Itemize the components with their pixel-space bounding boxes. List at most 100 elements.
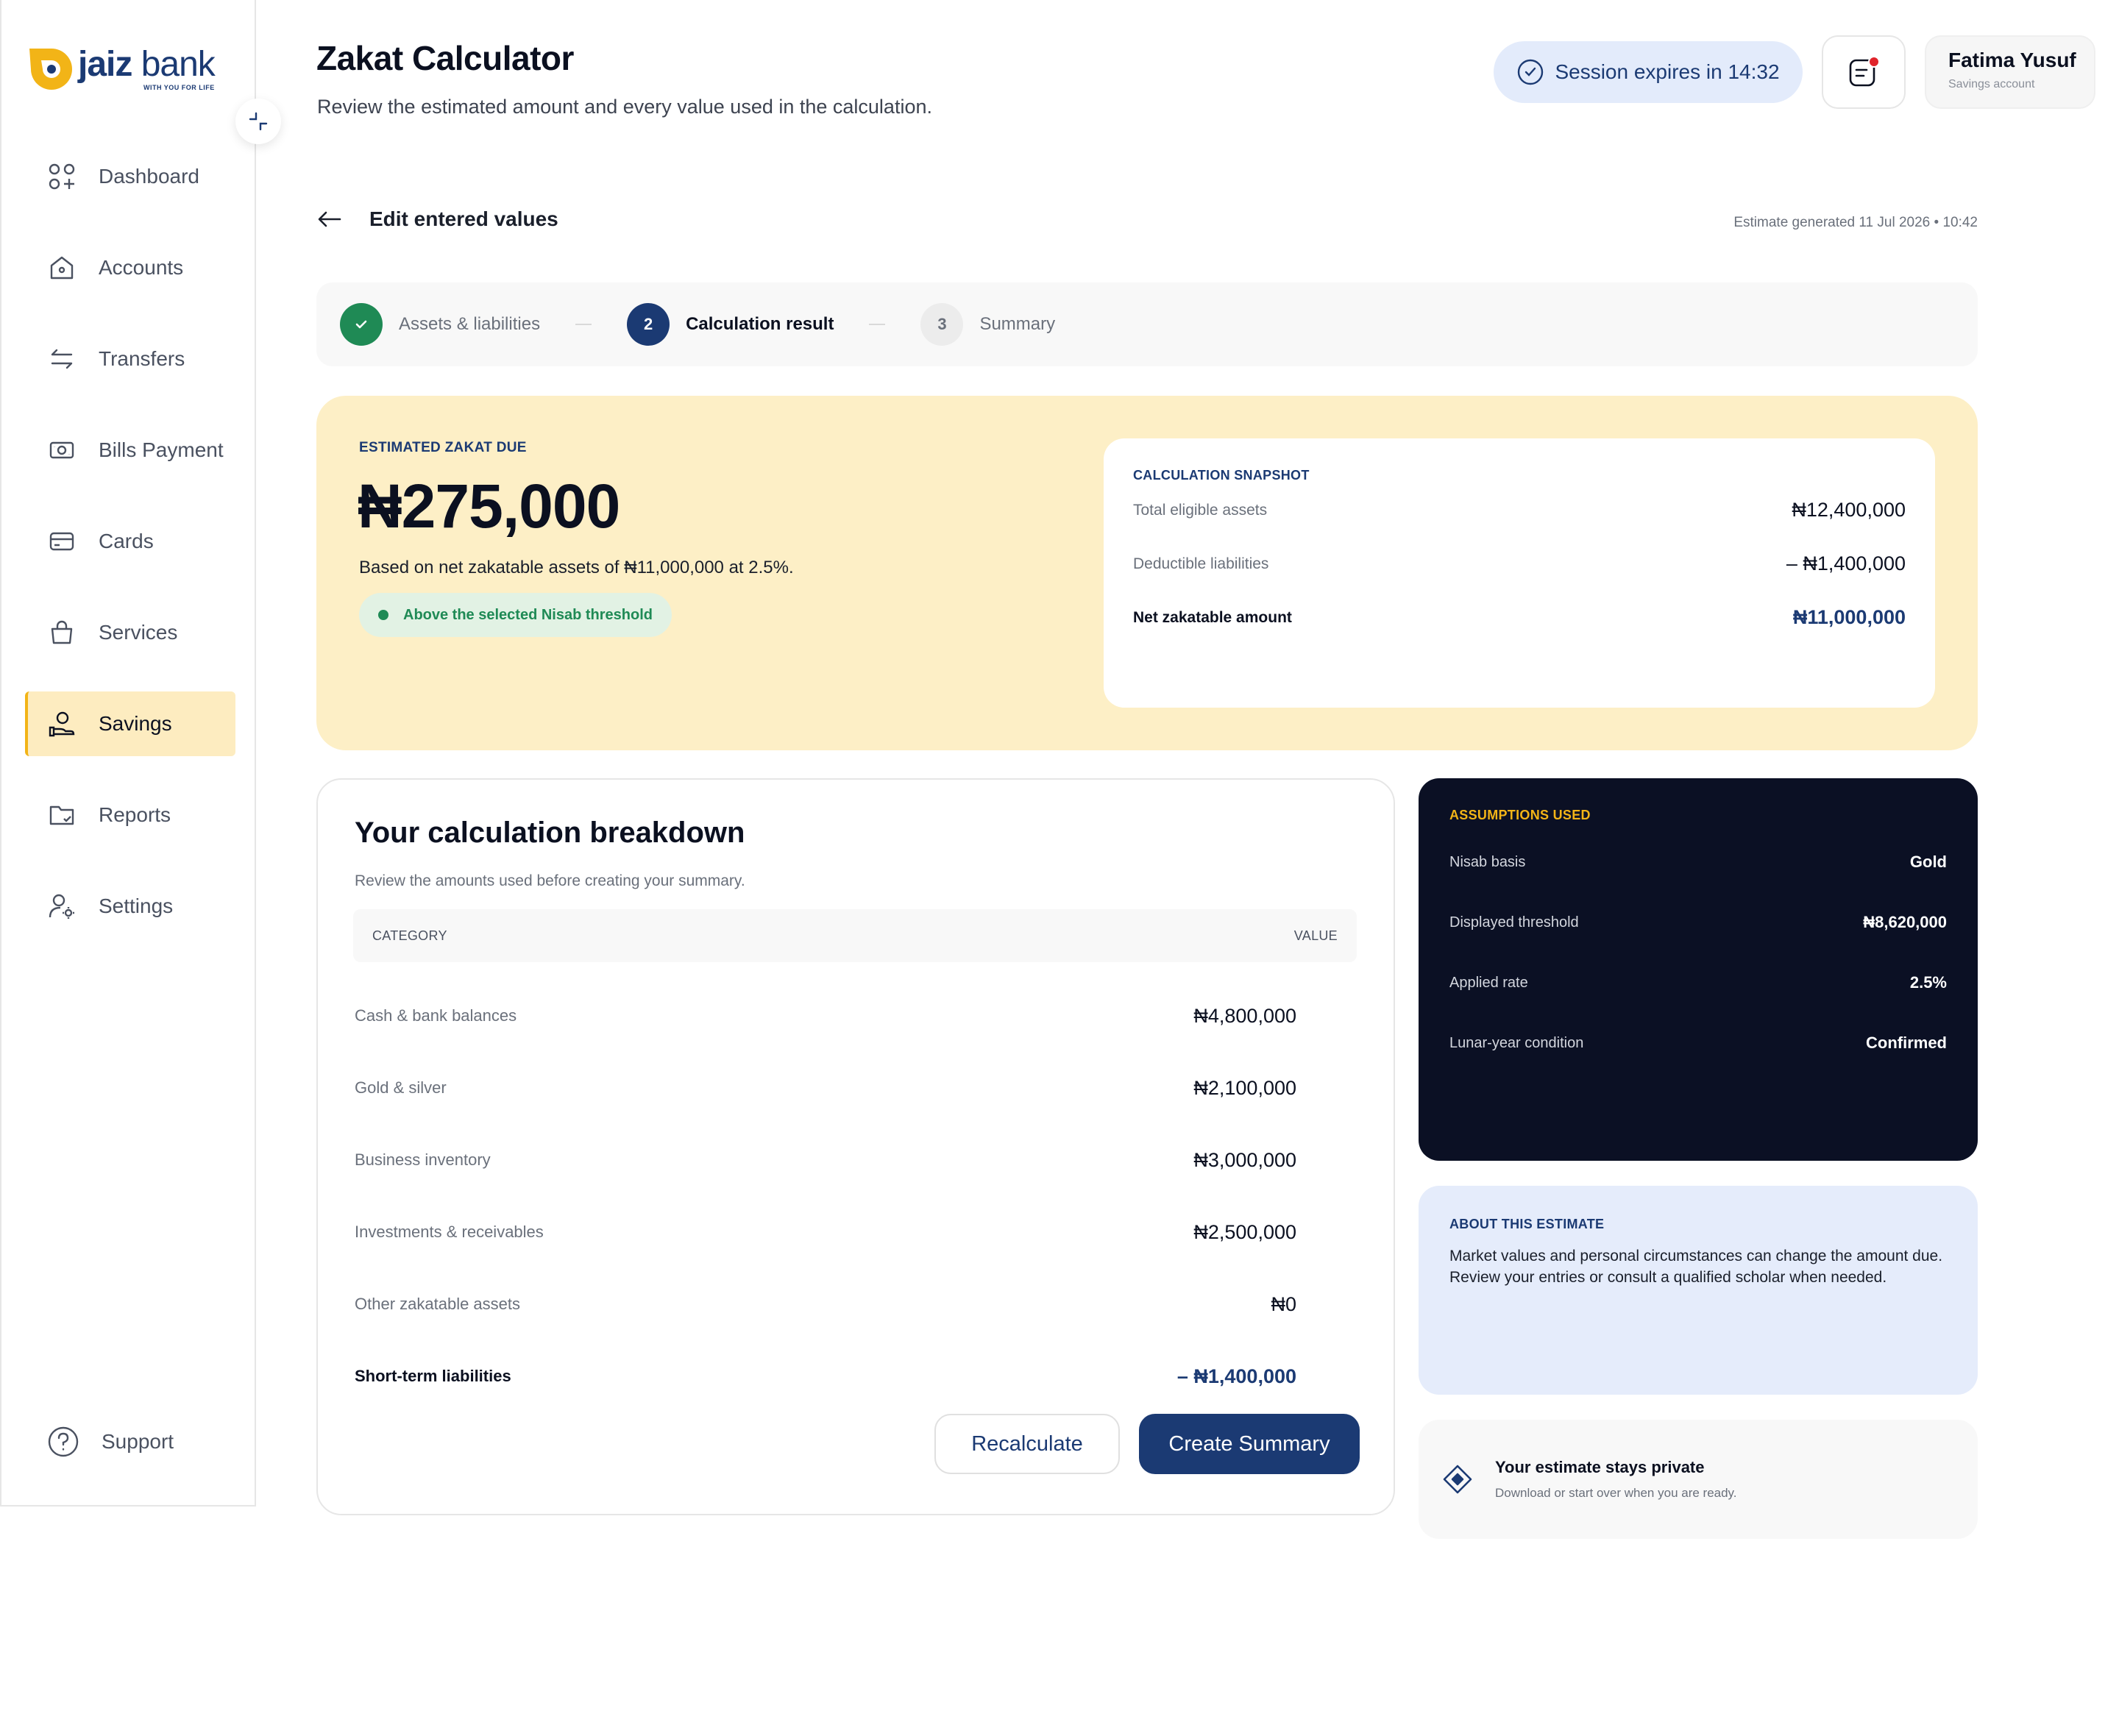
step-number: 2 <box>627 303 670 346</box>
page-title: Zakat Calculator <box>316 39 574 77</box>
assumption-label: Applied rate <box>1449 974 1528 991</box>
sidebar-item-cards[interactable]: Cards <box>25 509 235 574</box>
step-summary[interactable]: 3 Summary <box>920 303 1055 346</box>
privacy-subtitle: Download or start over when you are read… <box>1495 1486 1737 1500</box>
session-timer-badge: Session expires in 14:32 <box>1494 41 1803 103</box>
table-row: Business inventory ₦3,000,000 <box>355 1124 1318 1196</box>
column-header-category: CATEGORY <box>372 928 447 943</box>
bill-icon <box>47 435 77 465</box>
recalculate-button[interactable]: Recalculate <box>934 1414 1120 1474</box>
notifications-button[interactable] <box>1822 35 1906 109</box>
snapshot-row-value: ₦11,000,000 <box>1792 606 1906 628</box>
assumption-value: Confirmed <box>1866 1034 1947 1052</box>
edit-values-label: Edit entered values <box>369 207 558 230</box>
step-label: Assets & liabilities <box>399 314 541 334</box>
calculation-breakdown-card: Your calculation breakdown Review the am… <box>316 778 1395 1515</box>
nisab-status-badge: Above the selected Nisab threshold <box>359 593 672 637</box>
edit-values-link[interactable]: Edit entered values <box>318 207 558 231</box>
about-estimate-card: ABOUT THIS ESTIMATE Market values and pe… <box>1419 1186 1978 1395</box>
step-number: 3 <box>920 303 964 346</box>
user-settings-icon <box>47 892 77 921</box>
status-dot-icon <box>378 610 388 620</box>
assumption-value: 2.5% <box>1909 973 1947 992</box>
snapshot-row: Total eligible assets ₦12,400,000 <box>1133 483 1906 537</box>
assumption-row: Applied rate 2.5% <box>1449 953 1947 1013</box>
dashboard-icon <box>47 162 77 191</box>
collapse-sidebar-button[interactable] <box>235 99 281 144</box>
brand-logo[interactable]: jaiz bank WITH YOU FOR LIFE <box>26 44 216 94</box>
assumption-row: Lunar-year condition Confirmed <box>1449 1013 1947 1073</box>
sidebar-item-label: Accounts <box>99 256 184 279</box>
row-value: ₦3,000,000 <box>1193 1148 1296 1171</box>
assumption-label: Displayed threshold <box>1449 914 1579 931</box>
table-row: Other zakatable assets ₦0 <box>355 1268 1318 1340</box>
about-label: ABOUT THIS ESTIMATE <box>1449 1217 1605 1231</box>
sidebar-item-reports[interactable]: Reports <box>25 783 235 847</box>
zakat-amount: ₦275,000 <box>358 472 620 541</box>
sidebar-item-dashboard[interactable]: Dashboard <box>25 144 235 209</box>
column-header-value: VALUE <box>1293 928 1338 943</box>
brand-name: jaiz bank <box>78 45 216 84</box>
arrow-left-icon <box>318 211 341 227</box>
step-label: Summary <box>979 314 1056 334</box>
row-value: ₦2,100,000 <box>1193 1076 1296 1099</box>
table-row: Investments & receivables ₦2,500,000 <box>355 1196 1318 1268</box>
sidebar-item-bills-payment[interactable]: Bills Payment <box>25 418 235 483</box>
step-divider <box>575 324 592 325</box>
hero-description: Based on net zakatable assets of ₦11,000… <box>359 558 794 577</box>
bag-icon <box>47 618 77 647</box>
card-icon <box>47 527 77 556</box>
progress-stepper: Assets & liabilities 2 Calculation resul… <box>316 282 1978 366</box>
check-icon <box>340 303 383 346</box>
privacy-note-card: Your estimate stays private Download or … <box>1419 1420 1978 1539</box>
user-profile-menu[interactable]: Fatima Yusuf Savings account <box>1925 35 2095 109</box>
sidebar-item-services[interactable]: Services <box>25 600 235 665</box>
table-row: Gold & silver ₦2,100,000 <box>355 1052 1318 1124</box>
snapshot-row-net: Net zakatable amount ₦11,000,000 <box>1133 591 1906 644</box>
row-value: ₦4,800,000 <box>1193 1004 1296 1027</box>
snapshot-row-value: ₦12,400,000 <box>1792 499 1906 521</box>
sidebar-item-transfers[interactable]: Transfers <box>25 327 235 391</box>
savings-icon <box>47 709 77 739</box>
estimate-timestamp: Estimate generated 11 Jul 2026 • 10:42 <box>1733 215 1978 230</box>
table-row: Cash & bank balances ₦4,800,000 <box>355 980 1318 1052</box>
sidebar-item-savings[interactable]: Savings <box>25 691 235 756</box>
help-icon <box>47 1426 79 1458</box>
sidebar-item-label: Dashboard <box>99 165 199 188</box>
step-assets-liabilities[interactable]: Assets & liabilities <box>340 303 540 346</box>
create-summary-button[interactable]: Create Summary <box>1139 1414 1360 1474</box>
zakat-result-card: ESTIMATED ZAKAT DUE ₦275,000 Based on ne… <box>316 396 1978 750</box>
sidebar-item-label: Cards <box>99 530 154 552</box>
calculation-snapshot: CALCULATION SNAPSHOT Total eligible asse… <box>1104 438 1935 708</box>
support-label: Support <box>102 1430 174 1453</box>
snapshot-row-label: Deductible liabilities <box>1133 555 1269 572</box>
row-value: ₦0 <box>1271 1292 1296 1315</box>
assumption-row: Nisab basis Gold <box>1449 832 1947 892</box>
step-divider <box>869 324 886 325</box>
snapshot-row-label: Net zakatable amount <box>1133 608 1292 626</box>
assumptions-label: ASSUMPTIONS USED <box>1449 808 1591 822</box>
page-subtitle: Review the estimated amount and every va… <box>317 96 932 118</box>
step-calculation-result[interactable]: 2 Calculation result <box>627 303 834 346</box>
privacy-title: Your estimate stays private <box>1495 1458 1705 1476</box>
snapshot-row-label: Total eligible assets <box>1133 501 1268 519</box>
transfer-icon <box>47 344 77 374</box>
diamond-icon <box>1442 1464 1473 1495</box>
sidebar-item-accounts[interactable]: Accounts <box>25 235 235 300</box>
breakdown-table: Cash & bank balances ₦4,800,000 Gold & s… <box>355 980 1318 1412</box>
sidebar-item-support[interactable]: Support <box>47 1426 174 1458</box>
table-header: CATEGORY VALUE <box>353 909 1357 962</box>
row-label: Short-term liabilities <box>355 1367 511 1385</box>
sidebar-item-label: Reports <box>99 803 171 826</box>
home-icon <box>47 253 77 282</box>
row-label: Business inventory <box>355 1150 491 1169</box>
sidebar-item-label: Bills Payment <box>99 438 224 461</box>
notification-icon <box>1849 56 1880 87</box>
user-name: Fatima Yusuf <box>1948 49 2076 71</box>
row-label: Gold & silver <box>355 1078 447 1097</box>
sidebar-item-settings[interactable]: Settings <box>25 874 235 939</box>
table-row-liabilities: Short-term liabilities – ₦1,400,000 <box>355 1340 1318 1412</box>
clock-check-icon <box>1518 59 1544 85</box>
snapshot-row: Deductible liabilities – ₦1,400,000 <box>1133 537 1906 591</box>
about-text: Market values and personal circumstances… <box>1449 1248 1943 1286</box>
